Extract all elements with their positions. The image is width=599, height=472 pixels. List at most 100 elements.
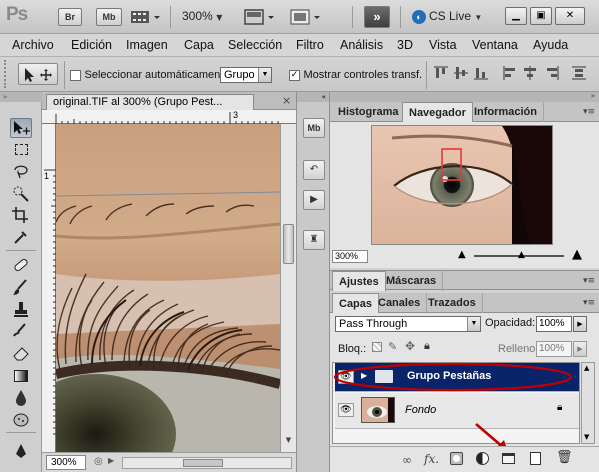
layer-style-fx-icon[interactable]: fx. [424, 452, 439, 466]
layer-visibility-eye-icon[interactable]: 👁︎ [338, 403, 354, 417]
clone-stamp-tool[interactable] [10, 300, 32, 320]
extras-dropdown[interactable] [130, 8, 164, 26]
clone-source-panel-button[interactable]: ♜ [303, 230, 325, 250]
align-bottom-edges-icon[interactable] [474, 68, 488, 80]
distribute-icon[interactable] [572, 66, 586, 80]
navigator-thumbnail[interactable] [371, 125, 553, 245]
lock-all-icon[interactable]: 🔒︎ [424, 339, 430, 353]
history-panel-button[interactable]: ↶ [303, 160, 325, 180]
zoom-out-mountains-icon[interactable]: ▲ [458, 249, 466, 260]
menu-ayuda[interactable]: Ayuda [533, 38, 568, 52]
align-horizontal-centers-icon[interactable] [524, 66, 536, 80]
opacity-slider-toggle[interactable]: ▶ [573, 316, 587, 332]
layers-list-scrollbar[interactable]: ▲ ▼ [581, 362, 595, 444]
menu-edicion[interactable]: Edición [71, 38, 112, 52]
tab-navegador[interactable]: Navegador [402, 102, 473, 122]
image-canvas[interactable] [56, 124, 280, 452]
marquee-tool[interactable] [10, 140, 32, 160]
align-left-edges-icon[interactable] [503, 66, 515, 80]
auto-select-checkbox[interactable] [70, 69, 81, 81]
lock-pixels-brush-icon[interactable]: ✎ [388, 340, 397, 353]
close-document-icon[interactable]: × [282, 94, 291, 107]
add-mask-icon[interactable] [450, 452, 463, 465]
panel-menu-icon[interactable]: ▾≡ [583, 107, 595, 117]
tab-mascaras[interactable]: Máscaras [380, 271, 444, 291]
gradient-tool[interactable] [10, 366, 32, 386]
quick-selection-tool[interactable] [10, 184, 32, 204]
menu-3d[interactable]: 3D [397, 38, 413, 52]
adjustment-layer-icon[interactable] [476, 452, 489, 465]
opacity-field[interactable]: 100% [536, 316, 572, 332]
zoom-field[interactable]: 300% [46, 455, 86, 470]
horizontal-scrollbar[interactable] [122, 457, 292, 469]
tab-canales[interactable]: Canales [372, 293, 428, 313]
scroll-down-arrow-icon[interactable]: ▼ [584, 433, 589, 441]
tab-ajustes[interactable]: Ajustes [332, 271, 386, 291]
history-brush-tool[interactable] [10, 322, 32, 342]
actions-panel-button[interactable]: ▶ [303, 190, 325, 210]
zoom-in-mountains-icon[interactable]: ▲ [572, 247, 582, 262]
zoom-slider[interactable]: ▲ [474, 250, 564, 260]
scroll-up-arrow-icon[interactable]: ▲ [584, 364, 589, 372]
scrollbar-thumb[interactable] [283, 224, 294, 264]
tab-informacion[interactable]: Información [468, 102, 544, 122]
screen-mode-dropdown[interactable] [290, 8, 324, 26]
vertical-ruler[interactable]: 1 [42, 124, 56, 452]
tool-preset-picker[interactable] [18, 63, 58, 85]
new-group-folder-icon[interactable] [502, 453, 515, 464]
show-transform-checkbox[interactable]: ✓ [289, 69, 300, 81]
lock-transparent-icon[interactable] [372, 342, 382, 352]
status-arrow-icon[interactable]: ▶ [108, 456, 114, 465]
collapse-panels-icon[interactable]: » [591, 92, 595, 100]
zoom-slider-thumb[interactable]: ▲ [518, 250, 525, 260]
brush-tool[interactable] [10, 278, 32, 298]
navigator-zoom-field[interactable]: 300% [332, 250, 368, 263]
auto-select-target-select[interactable]: Grupo ▼ [220, 67, 272, 83]
mini-bridge-button[interactable]: Mb [96, 8, 122, 26]
minimize-button[interactable]: ▁ [505, 7, 527, 25]
panel-menu-icon[interactable]: ▾≡ [583, 298, 595, 308]
document-tab[interactable]: original.TIF al 300% (Grupo Pest... [46, 94, 254, 110]
menu-analisis[interactable]: Análisis [340, 38, 383, 52]
blur-tool[interactable] [10, 388, 32, 408]
pen-tool[interactable] [10, 442, 32, 462]
new-layer-icon[interactable] [530, 452, 541, 465]
lasso-tool[interactable] [10, 162, 32, 182]
vertical-scrollbar[interactable]: ▼ [280, 124, 296, 452]
auto-select-option[interactable]: Seleccionar automáticamente: [70, 68, 232, 81]
scroll-down-arrow-icon[interactable]: ▼ [283, 436, 294, 448]
tab-trazados[interactable]: Trazados [422, 293, 483, 313]
workspace-expand-button[interactable]: » [364, 6, 390, 28]
move-tool[interactable] [10, 118, 32, 138]
horizontal-ruler[interactable]: 3 [42, 110, 296, 124]
healing-brush-tool[interactable] [10, 256, 32, 276]
close-button[interactable]: ✕ [555, 7, 585, 25]
align-right-edges-icon[interactable] [547, 66, 559, 80]
cs-live-button[interactable]: ◐ CS Live ▼ [412, 9, 482, 24]
mini-bridge-panel-button[interactable]: Mb [303, 118, 325, 138]
eraser-tool[interactable] [10, 344, 32, 364]
collapse-tools-icon[interactable]: » [0, 92, 42, 102]
bridge-button[interactable]: Br [58, 8, 82, 26]
menu-seleccion[interactable]: Selección [228, 38, 282, 52]
dodge-tool[interactable] [10, 410, 32, 430]
layer-name[interactable]: Fondo [405, 404, 436, 416]
link-layers-icon[interactable]: ∞ [402, 453, 412, 467]
align-vertical-centers-icon[interactable] [454, 67, 468, 79]
menu-vista[interactable]: Vista [429, 38, 457, 52]
bar-grip[interactable] [4, 60, 7, 88]
menu-capa[interactable]: Capa [184, 38, 214, 52]
expand-dock-icon[interactable]: « [297, 92, 329, 102]
maximize-button[interactable]: ▣ [530, 7, 552, 25]
scrollbar-thumb[interactable] [183, 459, 223, 467]
delete-layer-trash-icon[interactable]: 🗑︎ [556, 450, 573, 465]
eyedropper-tool[interactable] [10, 228, 32, 248]
menu-imagen[interactable]: Imagen [126, 38, 168, 52]
lock-position-move-icon[interactable]: ✥ [405, 339, 415, 353]
arrange-documents-dropdown[interactable] [244, 8, 278, 26]
tab-histograma[interactable]: Histograma [332, 102, 406, 122]
crop-tool[interactable] [10, 206, 32, 226]
zoom-dropdown[interactable]: 300% ▼ [182, 9, 222, 23]
panel-menu-icon[interactable]: ▾≡ [583, 276, 595, 286]
align-top-edges-icon[interactable] [434, 66, 448, 78]
